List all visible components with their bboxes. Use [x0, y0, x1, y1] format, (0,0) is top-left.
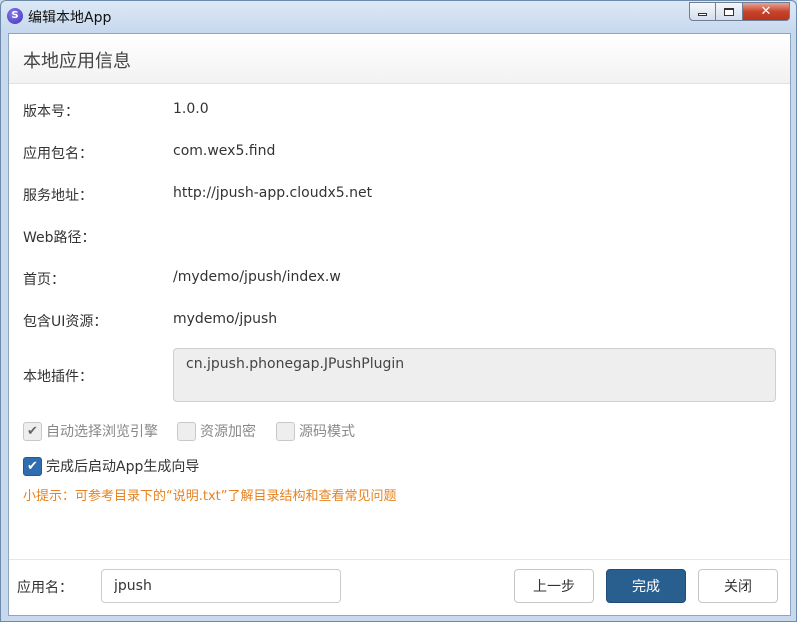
section-title: 本地应用信息	[23, 51, 131, 72]
ui-resource-value: mydemo/jpush	[173, 311, 278, 327]
resource-encrypt-checkbox: 资源加密	[177, 421, 256, 441]
ui-resource-label: 包含UI资源：	[23, 314, 108, 330]
minimize-icon	[698, 13, 707, 16]
package-label: 应用包名：	[23, 146, 93, 162]
launch-wizard-checkbox[interactable]: ✔ 完成后启动App生成向导	[23, 456, 199, 476]
maximize-icon	[724, 7, 734, 16]
s-logo-icon: S	[7, 8, 23, 24]
checkbox-check-icon[interactable]: ✔	[23, 456, 42, 476]
window-controls: ✕	[689, 2, 790, 21]
service-address-value: http://jpush-app.cloudx5.net	[173, 185, 373, 201]
service-address-label: 服务地址：	[23, 188, 93, 204]
hint-text: 小提示：可参考目录下的“说明.txt”了解目录结构和查看常见问题	[23, 489, 397, 504]
app-name-label: 应用名：	[17, 580, 73, 596]
minimize-button[interactable]	[689, 2, 716, 21]
web-path-label: Web路径：	[23, 230, 96, 246]
dialog-content: 本地应用信息 版本号： 1.0.0 应用包名： com.wex5.find 服务…	[8, 33, 791, 616]
maximize-button[interactable]	[716, 2, 743, 21]
launch-wizard-label[interactable]: 完成后启动App生成向导	[46, 456, 199, 476]
plugins-label: 本地插件：	[23, 369, 93, 385]
checkbox-check-icon: ✔	[23, 421, 42, 441]
home-page-label: 首页：	[23, 272, 65, 288]
auto-browser-engine-checkbox: ✔ 自动选择浏览引擎	[23, 421, 158, 441]
source-mode-label: 源码模式	[299, 424, 355, 440]
dialog-window: S 编辑本地App ✕ 本地应用信息 版本号： 1.0.0 应用包名： com.…	[0, 0, 797, 622]
title-bar[interactable]: S 编辑本地App ✕	[1, 1, 796, 31]
version-value: 1.0.0	[173, 101, 209, 117]
auto-browser-engine-label: 自动选择浏览引擎	[46, 424, 158, 440]
window-title: 编辑本地App	[28, 10, 112, 26]
plugins-textarea[interactable]: cn.jpush.phonegap.JPushPlugin	[173, 348, 776, 402]
package-value: com.wex5.find	[173, 143, 276, 159]
app-name-input[interactable]	[101, 569, 341, 603]
finish-button[interactable]: 完成	[606, 569, 686, 603]
footer-bar: 应用名： 上一步 完成 关闭	[9, 559, 790, 615]
close-icon: ✕	[760, 4, 772, 19]
checkbox-box	[177, 421, 196, 441]
version-label: 版本号：	[23, 104, 79, 120]
close-window-button[interactable]: ✕	[743, 2, 790, 21]
section-header: 本地应用信息	[9, 34, 790, 84]
resource-encrypt-label: 资源加密	[200, 424, 256, 440]
previous-button[interactable]: 上一步	[514, 569, 594, 603]
source-mode-checkbox: 源码模式	[276, 421, 355, 441]
home-page-value: /mydemo/jpush/index.w	[173, 269, 341, 285]
close-button[interactable]: 关闭	[698, 569, 778, 603]
checkbox-box	[276, 421, 295, 441]
